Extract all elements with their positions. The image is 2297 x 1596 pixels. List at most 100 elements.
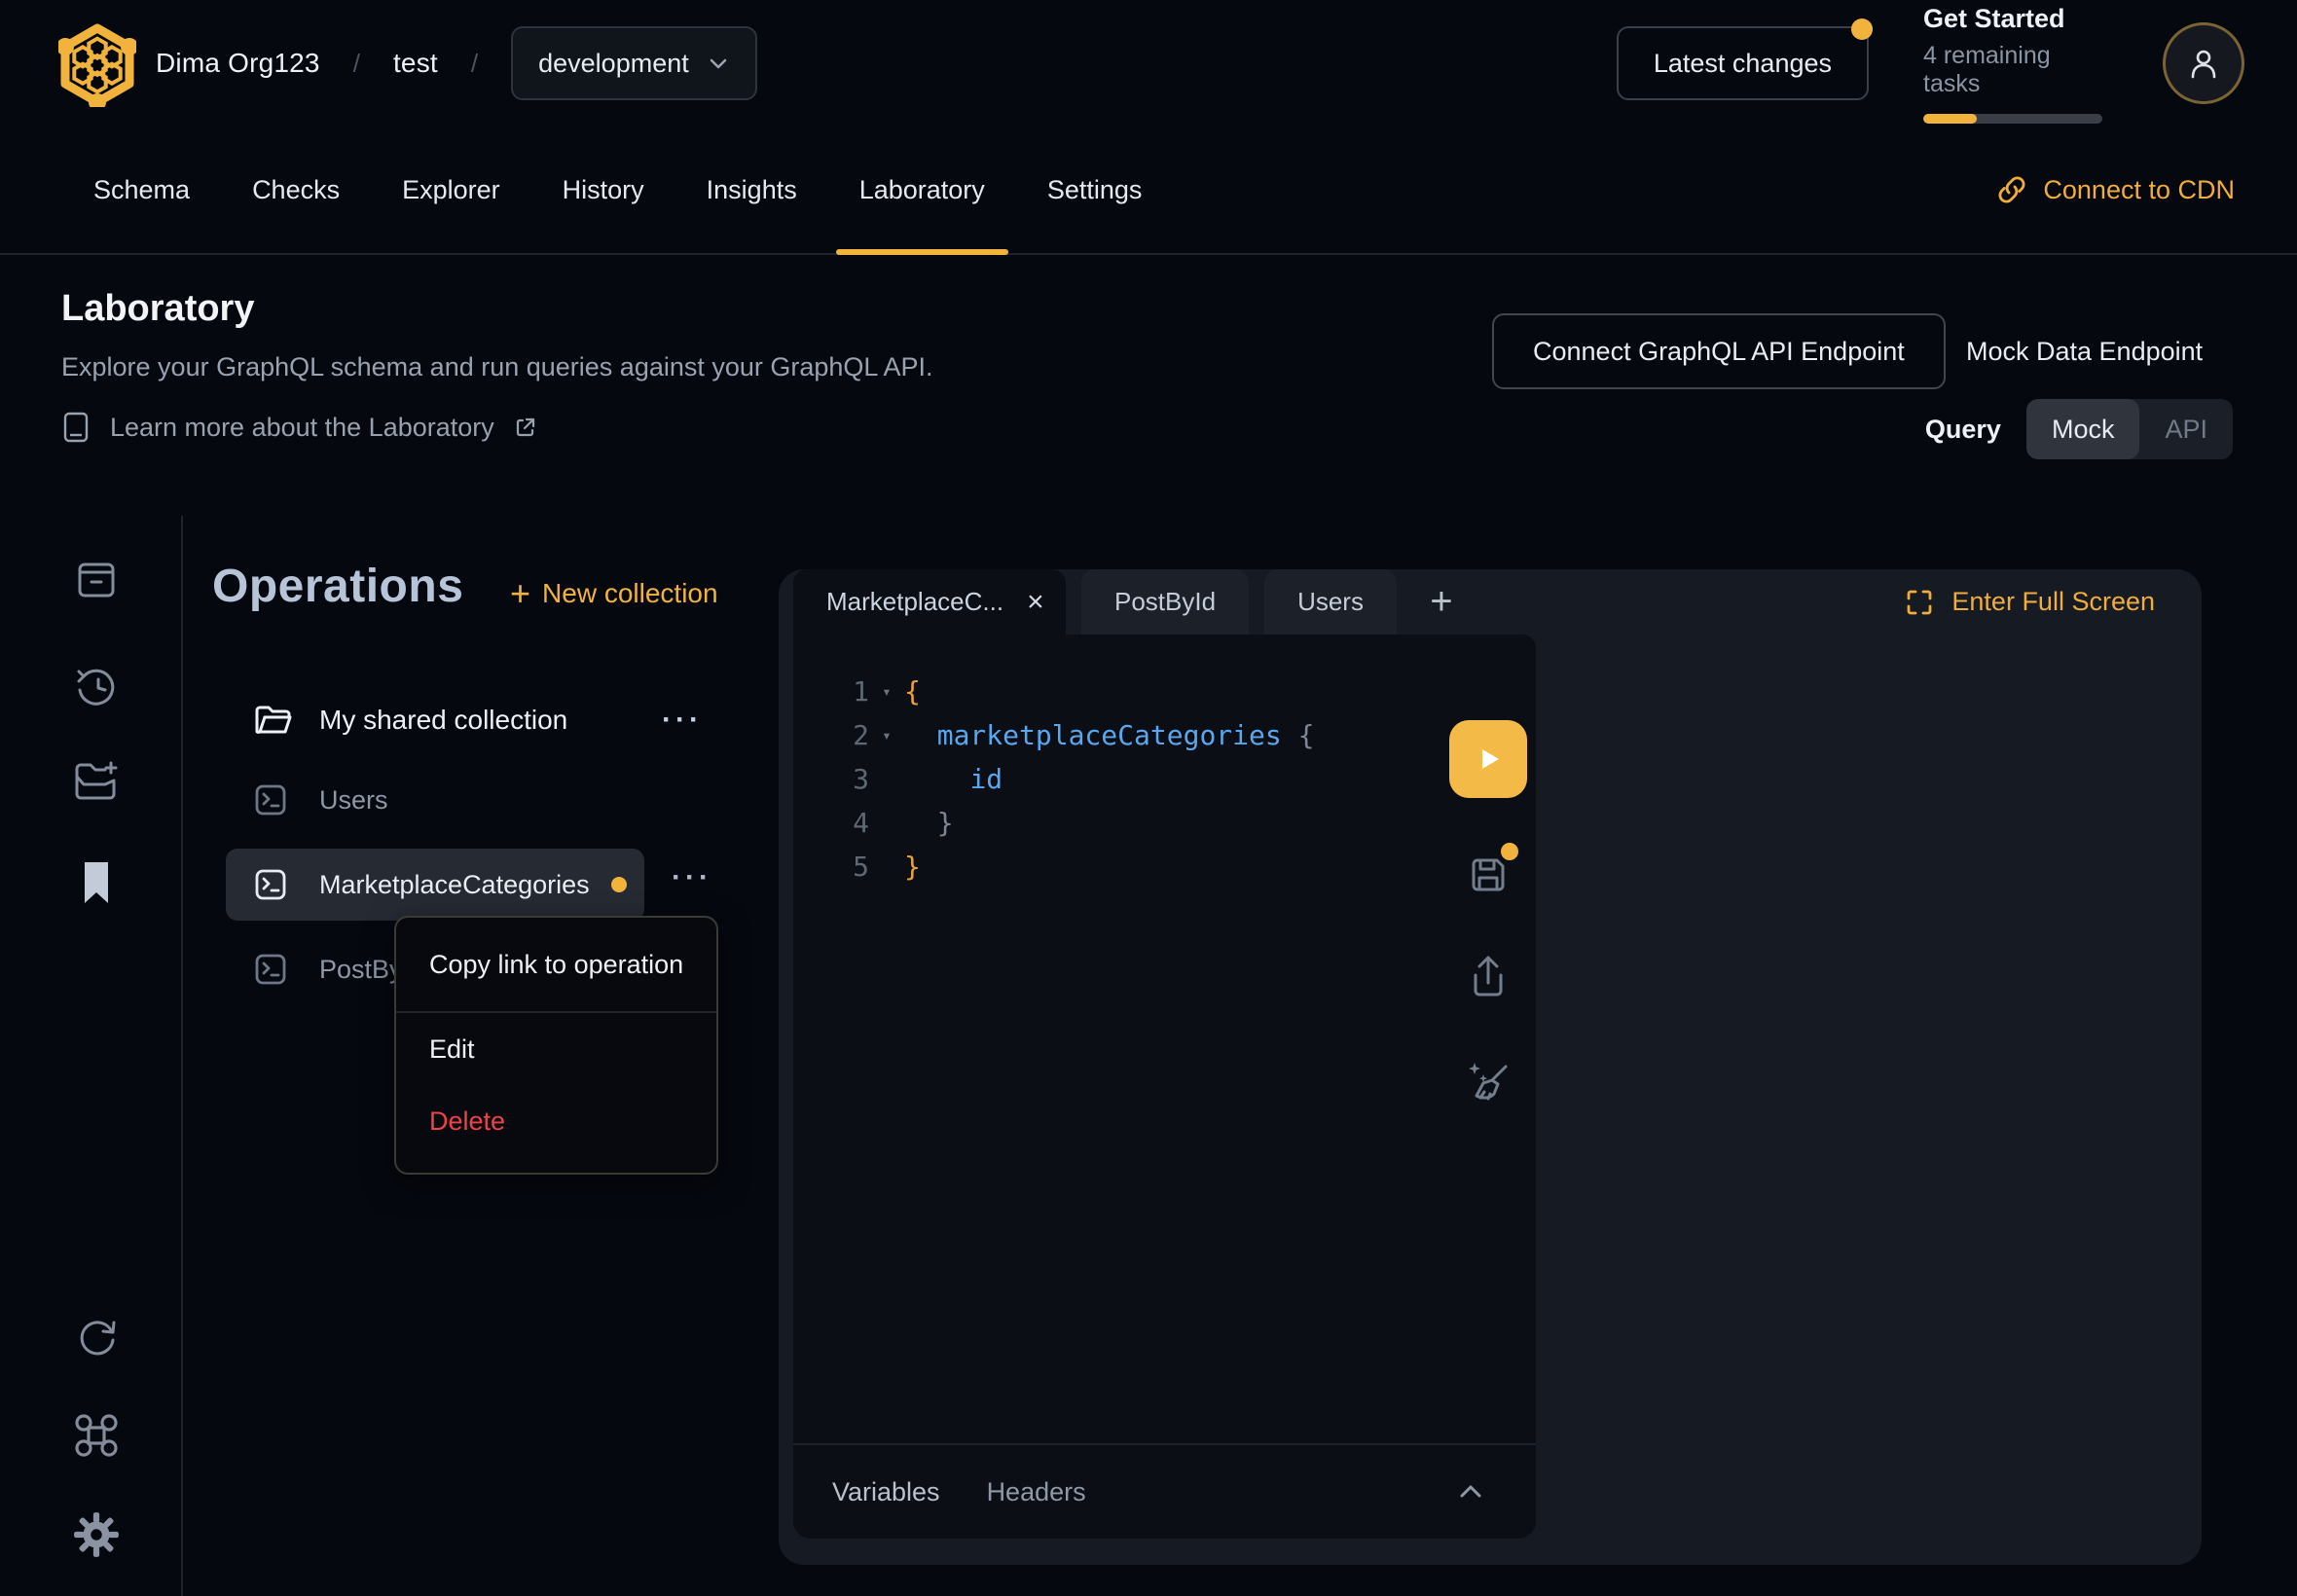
breadcrumb-project[interactable]: test (393, 48, 438, 79)
get-started-widget[interactable]: Get Started 4 remaining tasks (1923, 4, 2108, 124)
get-started-subtitle: 4 remaining tasks (1923, 42, 2108, 98)
enter-fullscreen-button[interactable]: Enter Full Screen (1905, 569, 2155, 635)
get-started-progress-fill (1923, 114, 1977, 124)
person-icon (2185, 45, 2222, 82)
code-line: 1 ▾ { (793, 670, 1314, 713)
query-mode-row: Query Mock API (1925, 399, 2233, 459)
fold-arrow-icon[interactable]: ▾ (869, 682, 904, 701)
history-clock-icon[interactable] (73, 664, 120, 710)
tab-insights[interactable]: Insights (675, 127, 828, 253)
notification-dot (1851, 18, 1873, 40)
new-collection-button[interactable]: + New collection (510, 576, 718, 611)
target-selector-value: development (538, 49, 689, 79)
learn-more-label: Learn more about the Laboratory (110, 413, 494, 443)
mock-data-endpoint-button[interactable]: Mock Data Endpoint (1966, 313, 2203, 389)
operation-context-menu: Copy link to operation Edit Delete (394, 916, 718, 1175)
collection-name: My shared collection (319, 705, 567, 736)
headers-tab[interactable]: Headers (987, 1477, 1086, 1507)
code-line: 2 ▾ marketplaceCategories { (793, 713, 1314, 757)
breadcrumb: Dima Org123 / test / development (156, 0, 757, 127)
refresh-icon[interactable] (73, 1312, 120, 1359)
editor-tabs: MarketplaceC... × PostById Users + (793, 569, 1471, 635)
share-operation-button[interactable] (1466, 952, 1511, 1000)
command-palette-icon[interactable] (72, 1411, 121, 1460)
primary-nav: Schema Checks Explorer History Insights … (0, 127, 2297, 255)
get-started-title: Get Started (1923, 4, 2108, 34)
fullscreen-icon (1905, 588, 1934, 617)
learn-more-link[interactable]: Learn more about the Laboratory (61, 411, 537, 444)
latest-changes-button[interactable]: Latest changes (1617, 26, 1869, 100)
tab-explorer[interactable]: Explorer (371, 127, 531, 253)
save-operation-button[interactable] (1466, 852, 1511, 897)
latest-changes-label: Latest changes (1654, 49, 1832, 79)
menu-item-edit[interactable]: Edit (396, 1013, 716, 1085)
collection-row[interactable]: My shared collection ··· (181, 689, 779, 751)
plus-icon: + (510, 576, 530, 611)
editor-tab-users[interactable]: Users (1264, 569, 1397, 635)
connect-cdn-link[interactable]: Connect to CDN (1996, 174, 2235, 205)
menu-item-copy-link[interactable]: Copy link to operation (396, 918, 716, 1011)
tab-schema[interactable]: Schema (62, 127, 221, 253)
new-collection-folder-icon[interactable] (72, 759, 121, 804)
operation-row-marketplacecategories[interactable]: MarketplaceCategories (226, 849, 644, 921)
book-icon (61, 411, 91, 444)
editor-tab-label: MarketplaceC... (826, 587, 1003, 617)
new-collection-label: New collection (542, 578, 718, 609)
breadcrumb-org[interactable]: Dima Org123 (156, 48, 320, 79)
add-tab-button[interactable]: + (1412, 569, 1471, 635)
laboratory-page: Dima Org123 / test / development Latest … (0, 0, 2297, 1596)
variables-tab[interactable]: Variables (832, 1477, 940, 1507)
rail-divider (181, 516, 183, 1596)
external-link-icon (514, 416, 537, 439)
fold-arrow-icon[interactable]: ▾ (869, 726, 904, 744)
toggle-option-mock[interactable]: Mock (2026, 399, 2140, 459)
code-line: 4 } (793, 801, 1314, 845)
settings-gear-icon[interactable] (72, 1510, 121, 1559)
query-mode-toggle: Mock API (2026, 399, 2233, 459)
hive-logo-icon[interactable] (58, 23, 136, 107)
editor-tab-label: Users (1297, 587, 1364, 617)
code-area[interactable]: 1 ▾ { 2 ▾ marketplaceCategories { 3 id 4 (793, 670, 1314, 889)
menu-item-delete[interactable]: Delete (396, 1085, 716, 1157)
operation-icon (253, 782, 288, 817)
page-description: Explore your GraphQL schema and run quer… (61, 352, 932, 382)
code-line: 3 id (793, 757, 1314, 801)
line-number: 5 (793, 851, 869, 883)
user-avatar[interactable] (2163, 22, 2244, 104)
operation-label: MarketplaceCategories (319, 870, 590, 900)
target-selector[interactable]: development (511, 26, 757, 100)
get-started-progressbar (1923, 114, 2102, 124)
breadcrumb-separator: / (471, 49, 478, 79)
editor-tab-marketplacecategories[interactable]: MarketplaceC... × (793, 569, 1066, 635)
nav-tabs: Schema Checks Explorer History Insights … (62, 127, 1173, 253)
collections-archive-icon[interactable] (73, 557, 120, 603)
operation-label: Users (319, 785, 388, 816)
enter-fullscreen-label: Enter Full Screen (1951, 587, 2155, 617)
editor-actions (1447, 720, 1529, 1107)
tab-settings[interactable]: Settings (1016, 127, 1174, 253)
tab-history[interactable]: History (531, 127, 675, 253)
operation-icon (253, 952, 288, 987)
connect-cdn-label: Connect to CDN (2043, 175, 2235, 205)
tab-checks[interactable]: Checks (221, 127, 371, 253)
tab-laboratory[interactable]: Laboratory (828, 127, 1016, 253)
connect-graphql-endpoint-button[interactable]: Connect GraphQL API Endpoint (1492, 313, 1946, 389)
operation-menu-dots[interactable]: ··· (672, 861, 712, 894)
collection-menu-dots[interactable]: ··· (662, 704, 703, 737)
prettify-broom-icon[interactable] (1463, 1055, 1513, 1107)
chevron-down-icon (707, 52, 730, 75)
editor-tab-postbyid[interactable]: PostById (1081, 569, 1249, 635)
line-number: 1 (793, 675, 869, 707)
bookmark-icon[interactable] (75, 858, 118, 907)
toggle-option-api[interactable]: API (2139, 399, 2233, 459)
chevron-up-icon[interactable] (1456, 1482, 1485, 1502)
close-icon[interactable]: × (1027, 588, 1044, 617)
page-title: Laboratory (61, 288, 254, 330)
code-line: 5 } (793, 845, 1314, 889)
unsaved-dot (1501, 843, 1518, 860)
line-number: 2 (793, 719, 869, 751)
query-editor[interactable]: 1 ▾ { 2 ▾ marketplaceCategories { 3 id 4 (793, 635, 1536, 1539)
operation-row-users[interactable]: Users (181, 769, 779, 831)
execute-query-button[interactable] (1449, 720, 1527, 798)
left-icon-rail (0, 516, 181, 1596)
